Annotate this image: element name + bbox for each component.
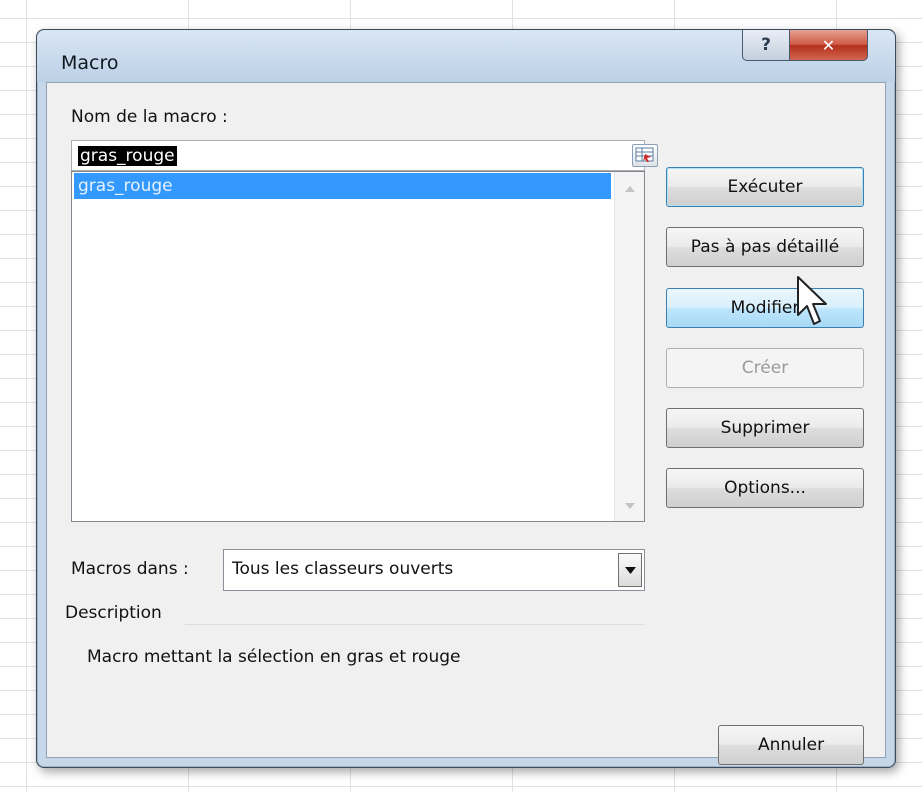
step-into-button[interactable]: Pas à pas détaillé [666,227,864,267]
mouse-pointer-icon [797,276,827,325]
list-scrollbar[interactable] [614,172,644,521]
chevron-down-icon [624,566,636,574]
help-button[interactable]: ? [742,30,790,61]
macros-in-select[interactable]: Tous les classeurs ouverts [223,549,645,591]
scroll-down-icon [624,503,635,509]
macro-list[interactable]: gras_rouge [71,171,645,522]
edit-button[interactable]: Modifier [666,288,864,328]
description-text: Macro mettant la sélection en gras et ro… [87,647,461,667]
options-button[interactable]: Options... [666,468,864,508]
scroll-up-button[interactable] [615,178,644,200]
title-bar[interactable]: Macro ? ✕ [37,30,895,82]
close-icon: ✕ [821,35,836,55]
description-label: Description [65,603,162,623]
run-button[interactable]: Exécuter [666,167,864,207]
range-selector-button[interactable] [632,144,658,167]
description-divider [185,624,645,625]
macros-in-value: Tous les classeurs ouverts [232,559,454,579]
scroll-up-icon [624,186,635,192]
scroll-down-button[interactable] [615,495,644,517]
dialog-title: Macro [61,52,119,74]
create-button[interactable]: Créer [666,348,864,388]
macro-name-input[interactable]: gras_rouge [71,140,658,171]
macro-dialog: Macro ? ✕ Nom de la macro : gras_rouge g… [36,29,896,768]
close-button[interactable]: ✕ [789,30,868,61]
range-selector-icon [635,147,654,162]
help-icon: ? [761,35,771,55]
dialog-body: Nom de la macro : gras_rouge gras_rouge [46,82,886,765]
list-item[interactable]: gras_rouge [74,173,611,199]
dropdown-button[interactable] [618,553,642,587]
delete-button[interactable]: Supprimer [666,408,864,448]
macro-name-label: Nom de la macro : [71,107,228,127]
macros-in-label: Macros dans : [71,559,189,579]
cancel-button[interactable]: Annuler [718,725,864,765]
macro-name-value: gras_rouge [78,146,177,166]
